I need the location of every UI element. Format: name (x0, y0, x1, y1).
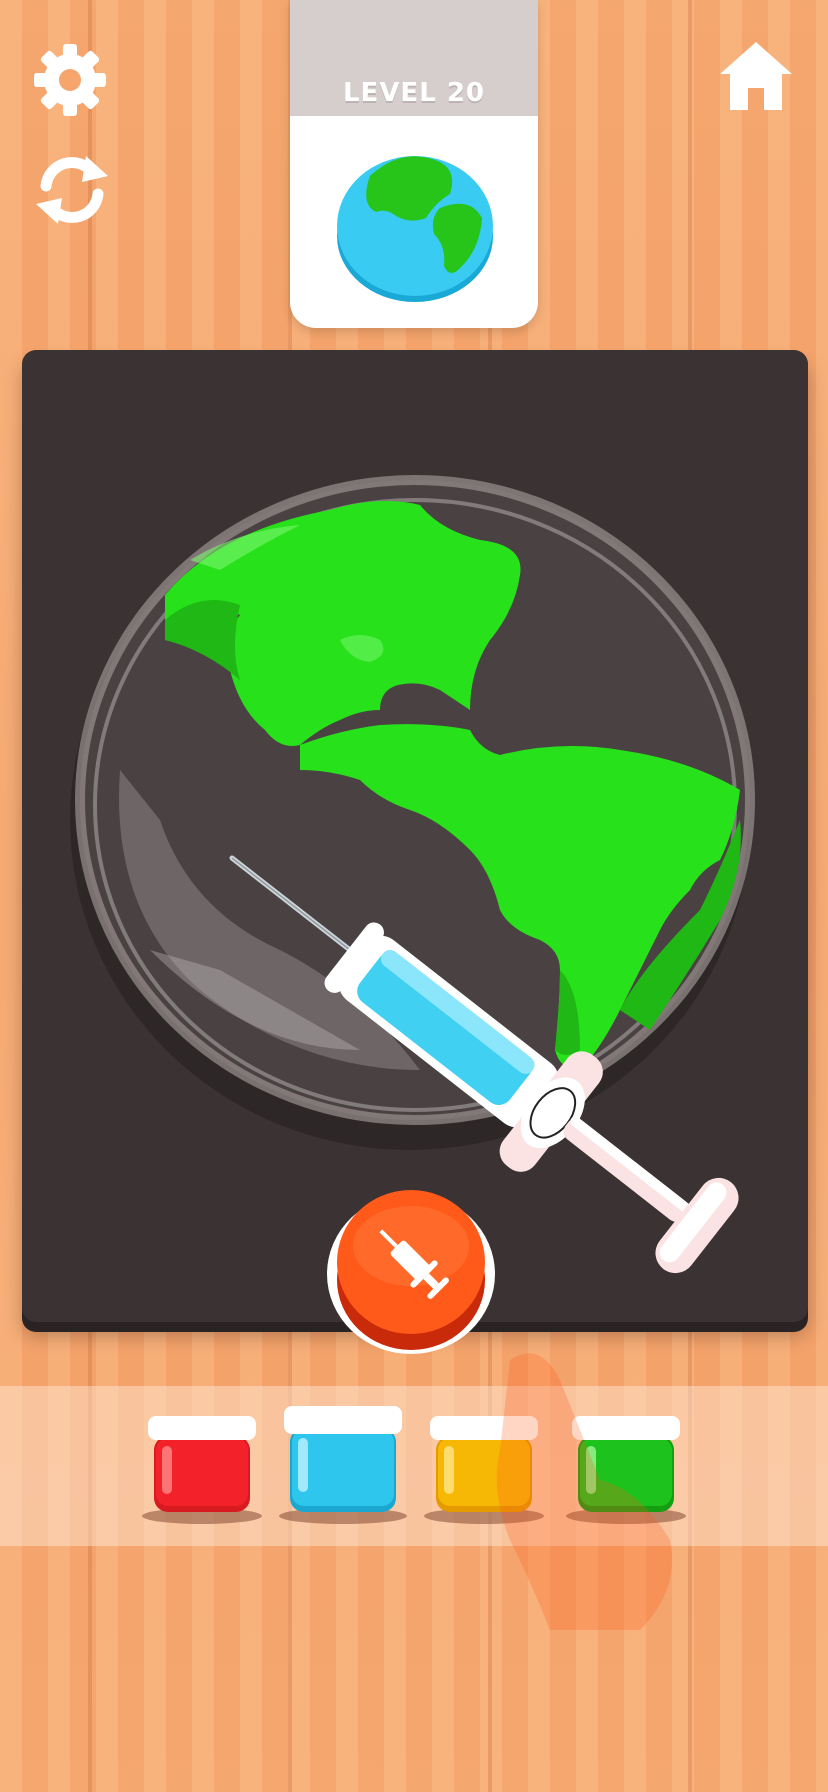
refresh-icon (36, 156, 108, 224)
settings-button[interactable] (30, 40, 110, 120)
paint-jar-red[interactable] (140, 1408, 264, 1526)
syringe-icon (379, 1229, 449, 1299)
home-icon (720, 42, 792, 110)
level-label: LEVEL 20 (342, 78, 485, 108)
inject-button[interactable] (326, 1176, 496, 1356)
syringe-tool[interactable] (220, 850, 780, 1310)
paint-jar-blue[interactable] (276, 1398, 410, 1526)
paint-tray (0, 1386, 828, 1546)
level-card: LEVEL 20 (290, 0, 538, 328)
hand-hint (496, 1353, 672, 1630)
gear-icon (34, 44, 106, 116)
home-button[interactable] (716, 36, 796, 116)
earth-globe-icon (337, 156, 493, 302)
restart-button[interactable] (28, 152, 116, 228)
